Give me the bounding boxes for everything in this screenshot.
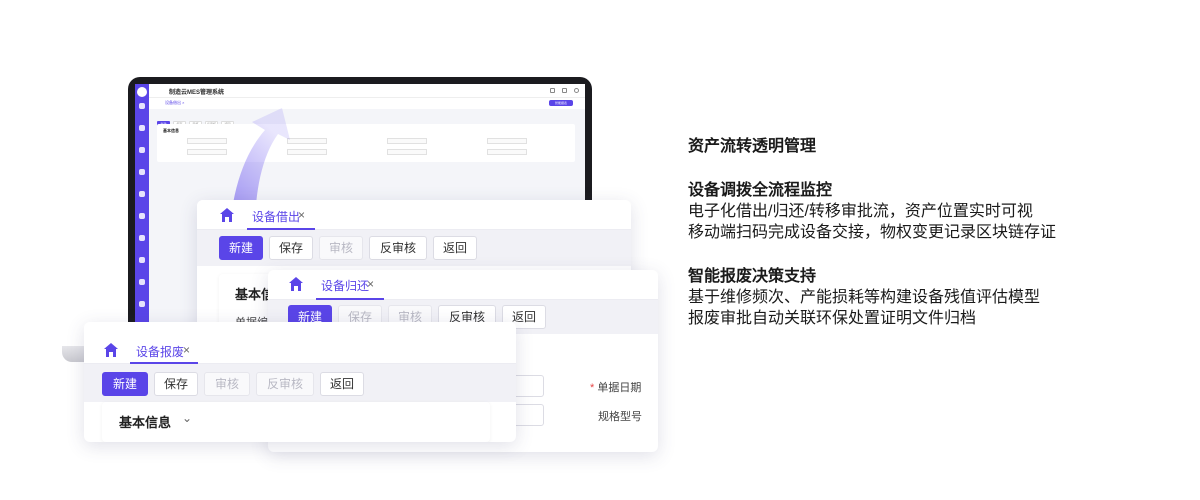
audit-button[interactable]: 审核: [319, 236, 363, 260]
home-icon[interactable]: [288, 276, 304, 292]
mini-input[interactable]: [387, 138, 427, 144]
field-label-doc-date: * 单据日期: [590, 379, 641, 395]
tab-scrap[interactable]: 设备报废: [136, 343, 184, 360]
feature-description: 资产流转透明管理 设备调拨全流程监控 电子化借出/归还/转移审批流，资产位置实时…: [688, 137, 1168, 329]
mini-input[interactable]: [287, 138, 327, 144]
save-button[interactable]: 保存: [154, 372, 198, 396]
borrow-toolbar: 新建 保存 审核 反审核 返回: [197, 230, 631, 266]
settings-icon[interactable]: [574, 88, 579, 93]
sidebar-item-icon[interactable]: [139, 147, 145, 153]
required-mark: *: [590, 382, 595, 394]
app-logo-icon: [137, 87, 147, 97]
scrap-tabbar-bg: 设备报废 ×: [84, 322, 516, 364]
audit-button[interactable]: 审核: [204, 372, 250, 396]
doc-date-label: 单据日期: [597, 382, 642, 394]
feature-line: 报废审批自动关联环保处置证明文件归档: [688, 310, 977, 327]
unaudit-button[interactable]: 反审核: [256, 372, 314, 396]
chevron-down-icon[interactable]: ⌄: [182, 411, 192, 425]
sidebar-item-icon[interactable]: [139, 103, 145, 109]
sidebar-item-icon[interactable]: [139, 125, 145, 131]
close-icon[interactable]: ×: [367, 277, 374, 291]
mini-input[interactable]: [387, 149, 427, 155]
mini-tab[interactable]: 设备借出 ×: [165, 100, 184, 106]
tab-borrow[interactable]: 设备借出: [252, 208, 300, 225]
app-title: 制造云MES管理系统: [169, 90, 225, 96]
sidebar-item-icon[interactable]: [139, 257, 145, 263]
mini-card-title: 基本信息: [163, 128, 179, 133]
feature-title-transfer: 设备调拨全流程监控: [688, 182, 833, 199]
grid-icon[interactable]: [562, 88, 567, 93]
basic-info-card: 基本信息 ⌄: [102, 402, 490, 442]
scrap-panel: 设备报废 × 设备报废 × 新建 保存 审核 反审核 返回 基本信息 ⌄: [84, 322, 516, 442]
sidebar-item-icon[interactable]: [139, 213, 145, 219]
mini-input[interactable]: [287, 149, 327, 155]
mini-sidebar: [135, 84, 149, 354]
mini-tabbar: 设备借出 × 智能报表: [149, 98, 585, 109]
mini-input[interactable]: [187, 138, 227, 144]
feature-title-scrap: 智能报废决策支持: [688, 268, 817, 285]
feature-line: 基于维修频次、产能损耗等构建设备残值评估模型: [688, 289, 1041, 306]
tab-return[interactable]: 设备归还: [321, 277, 369, 294]
sidebar-item-icon[interactable]: [139, 279, 145, 285]
mini-input[interactable]: [187, 149, 227, 155]
sidebar-item-icon[interactable]: [139, 301, 145, 307]
home-icon[interactable]: [219, 207, 235, 223]
return-tabbar: 设备归还 ×: [268, 270, 658, 300]
feature-line: 电子化借出/归还/转移审批流，资产位置实时可视: [688, 203, 1033, 220]
mini-input[interactable]: [487, 149, 527, 155]
section-title: 基本信息: [119, 415, 172, 430]
feature-heading: 资产流转透明管理: [688, 138, 817, 155]
field-label-spec: 规格型号: [598, 411, 642, 423]
sidebar-item-icon[interactable]: [139, 169, 145, 175]
back-button[interactable]: 返回: [433, 236, 477, 260]
mini-badge[interactable]: 智能报表: [549, 100, 573, 106]
sidebar-item-icon[interactable]: [139, 191, 145, 197]
new-button[interactable]: 新建: [219, 236, 263, 260]
close-icon[interactable]: ×: [298, 208, 305, 222]
mini-header: 制造云MES管理系统: [149, 84, 585, 98]
close-icon[interactable]: ×: [183, 343, 190, 357]
home-icon[interactable]: [103, 342, 119, 358]
feature-line: 移动端扫码完成设备交接，物权变更记录区块链存证: [688, 224, 1057, 241]
unaudit-button[interactable]: 反审核: [369, 236, 427, 260]
borrow-tabbar: 设备借出 ×: [197, 200, 631, 230]
save-button[interactable]: 保存: [269, 236, 313, 260]
sidebar-item-icon[interactable]: [139, 235, 145, 241]
scrap-toolbar: 新建 保存 审核 反审核 返回: [84, 364, 516, 402]
new-button[interactable]: 新建: [102, 372, 148, 396]
back-button[interactable]: 返回: [320, 372, 364, 396]
mini-basic-info-card: 基本信息: [157, 124, 575, 162]
mini-input[interactable]: [487, 138, 527, 144]
message-icon[interactable]: [550, 88, 555, 93]
